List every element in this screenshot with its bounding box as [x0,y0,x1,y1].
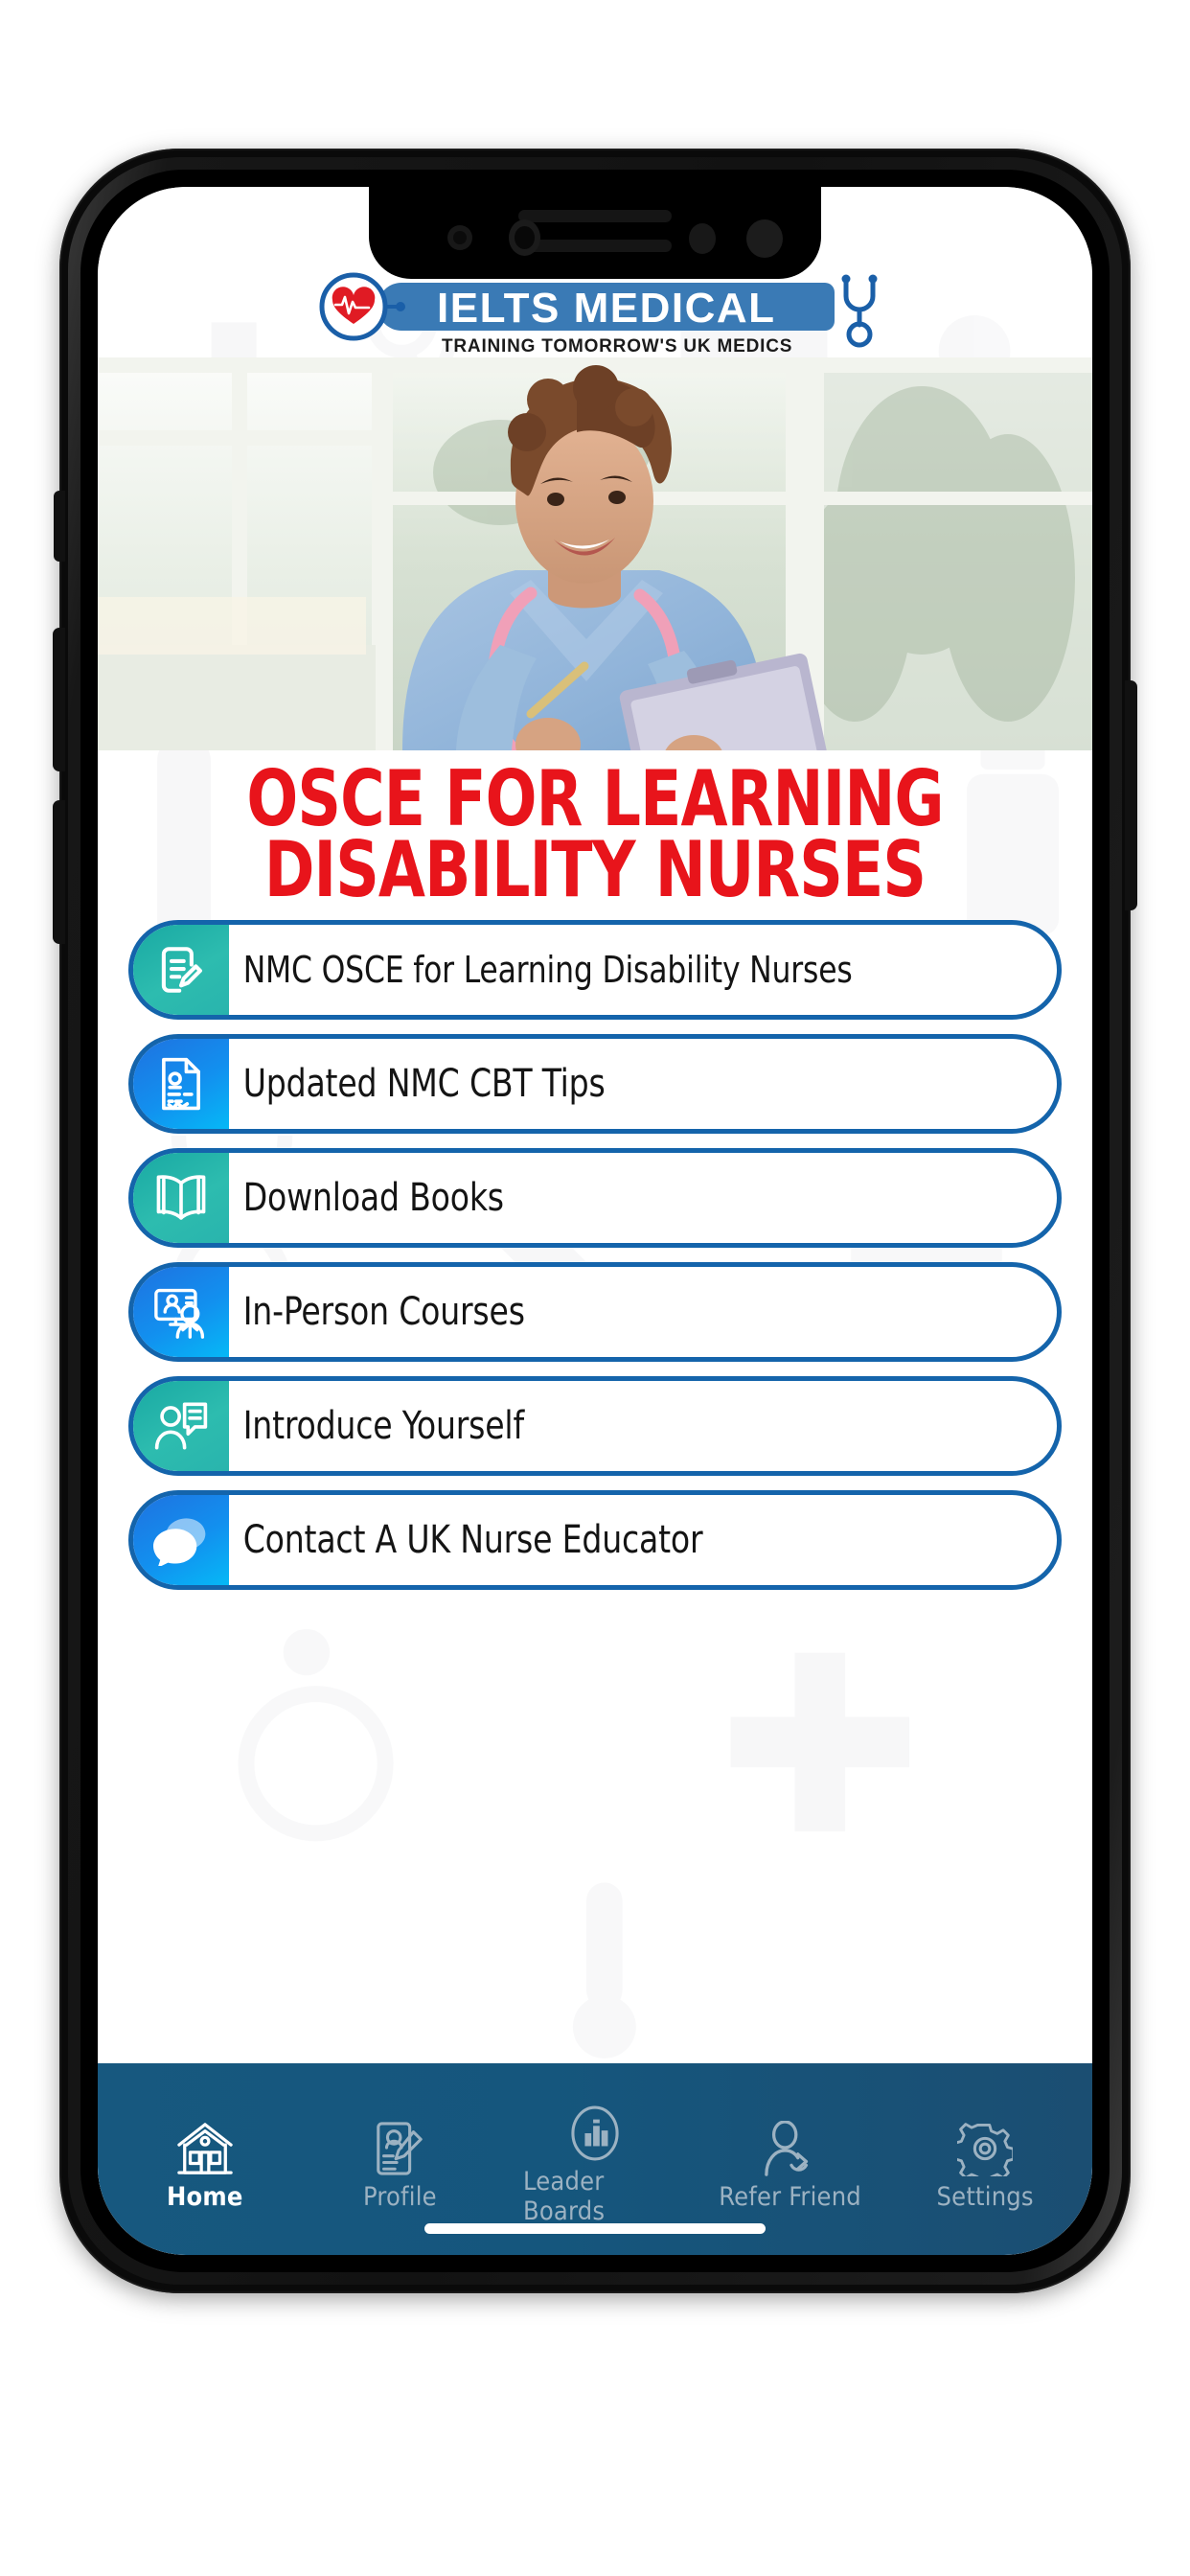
page-title: OSCE FOR LEARNING DISABILITY NURSES [98,750,1092,910]
nav-item-label: Settings [936,2181,1034,2212]
menu-item-updated-nmc-cbt-tips[interactable]: Updated NMC CBT Tips [128,1034,1062,1135]
menu-item-label: Download Books [242,1175,504,1220]
svg-text:TRAINING TOMORROW'S UK MEDICS: TRAINING TOMORROW'S UK MEDICS [442,336,792,356]
main-menu-list: NMC OSCE for Learning Disability Nurses … [98,910,1092,2063]
dot-projector-sensor [746,219,783,258]
nav-item-label: Profile [362,2181,437,2212]
volume-up-button[interactable] [53,628,65,771]
phone-device-mockup: IELTS MEDICAL TRAINING TOMORROW'S UK MED… [53,149,1137,2293]
ambient-light-sensor [689,223,716,254]
menu-item-nmc-osce-learning-disability-nurses[interactable]: NMC OSCE for Learning Disability Nurses [128,920,1062,1021]
nav-item-profile[interactable]: Profile [328,2115,471,2212]
menu-item-label: Contact A UK Nurse Educator [242,1517,703,1562]
nav-item-leader-boards[interactable]: Leader Boards [523,2100,667,2226]
earpiece-speaker-secondary [518,240,672,252]
bar-chart-icon [571,2100,619,2161]
nav-item-label: Leader Boards [522,2167,606,2226]
home-indicator[interactable] [424,2223,766,2234]
menu-item-label: In-Person Courses [242,1289,525,1334]
earpiece-speaker [518,210,672,222]
page-title-line-2: DISABILITY NURSES [263,824,927,914]
menu-item-download-books[interactable]: Download Books [128,1148,1062,1249]
nurse-hero-illustration [98,357,1092,750]
nav-item-settings[interactable]: Settings [913,2115,1057,2212]
nav-item-label: Home [166,2181,243,2212]
svg-text:IELTS MEDICAL: IELTS MEDICAL [437,285,776,332]
house-icon [175,2115,235,2176]
menu-item-label: NMC OSCE for Learning Disability Nurses [242,949,853,992]
person-share-icon [763,2115,818,2176]
document-pencil-icon [133,925,229,1016]
menu-item-label: Introduce Yourself [242,1403,524,1448]
gear-icon [957,2115,1014,2176]
bottom-navigation-bar: Home Profile Leader Boards Refer Friend … [98,2063,1092,2255]
menu-item-introduce-yourself[interactable]: Introduce Yourself [128,1376,1062,1477]
volume-down-button[interactable] [53,800,65,944]
silent-switch-button[interactable] [54,491,65,562]
phone-screen: IELTS MEDICAL TRAINING TOMORROW'S UK MED… [98,187,1092,2255]
open-book-icon [133,1153,229,1244]
ielts-medical-logo: IELTS MEDICAL TRAINING TOMORROW'S UK MED… [319,272,878,356]
online-classroom-icon [133,1267,229,1358]
phone-notch [369,187,821,279]
hero-image [98,357,1092,750]
nav-item-label: Refer Friend [719,2181,861,2212]
power-button[interactable] [1125,680,1137,910]
chat-bubbles-icon [133,1495,229,1586]
person-speech-icon [133,1381,229,1472]
brand-logo: IELTS MEDICAL TRAINING TOMORROW'S UK MED… [288,272,902,356]
front-camera [509,219,540,256]
menu-item-contact-uk-nurse-educator[interactable]: Contact A UK Nurse Educator [128,1490,1062,1591]
proximity-sensor [447,225,472,250]
nav-item-refer-friend[interactable]: Refer Friend [719,2115,862,2212]
certificate-document-icon [133,1039,229,1130]
menu-item-label: Updated NMC CBT Tips [242,1061,606,1106]
nav-item-home[interactable]: Home [133,2115,277,2212]
profile-card-icon [373,2115,426,2176]
menu-item-in-person-courses[interactable]: In-Person Courses [128,1262,1062,1363]
page-title-line-1: OSCE FOR LEARNING [246,754,944,843]
